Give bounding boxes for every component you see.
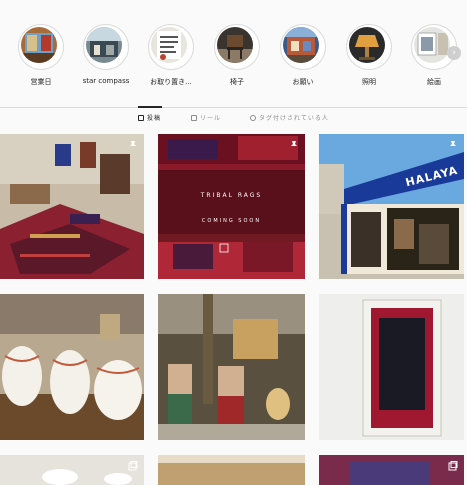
story-thumb-shop [21, 27, 57, 63]
story-highlight[interactable]: 営業日 [11, 24, 71, 87]
post-thumbnail[interactable] [319, 294, 464, 440]
story-ring[interactable] [214, 24, 260, 70]
story-ring[interactable] [18, 24, 64, 70]
story-thumb-lamp [349, 27, 385, 63]
tab-label: 投稿 [147, 115, 162, 122]
tab-label: リール [200, 115, 222, 122]
story-label: 椅子 [230, 78, 244, 86]
post-image-wood [158, 455, 305, 485]
story-label: 営業日 [30, 78, 52, 86]
carousel-icon [128, 461, 138, 471]
post-overlay-title: TRIBAL RAGS [200, 192, 263, 199]
chevron-right-icon[interactable]: › [447, 46, 461, 60]
pin-icon [291, 141, 297, 149]
story-label: 絵画 [427, 78, 441, 86]
post-thumbnail[interactable] [158, 455, 305, 485]
pin-icon [450, 141, 456, 149]
pin-icon [130, 141, 136, 149]
story-highlights-bar: 営業日 star compass お取り置き... 椅子 お願い 照明 絵画 › [0, 0, 467, 105]
tabs-divider [0, 107, 467, 108]
carousel-icon [448, 461, 458, 471]
post-thumbnail[interactable]: HALAYA [319, 134, 464, 279]
tag-icon [250, 114, 256, 121]
story-thumb-request [283, 27, 319, 63]
post-image-tribal-rags [158, 134, 305, 279]
post-image-vases [0, 294, 144, 440]
post-image-rug-shop [0, 134, 144, 279]
story-thumb-hold [151, 27, 187, 63]
story-ring[interactable] [148, 24, 194, 70]
active-tab-indicator [138, 106, 162, 108]
story-label: 照明 [362, 78, 376, 86]
story-highlight[interactable]: star compass [76, 24, 136, 85]
post-thumbnail[interactable] [158, 294, 305, 440]
story-label: お願い [292, 78, 314, 86]
post-image-rug [319, 455, 464, 485]
profile-tabs: 投稿 リール タグ付けされている人 [0, 113, 467, 127]
tab-label: タグ付けされている人 [259, 115, 329, 122]
post-thumbnail[interactable]: TRIBAL RAGS COMING SOON [158, 134, 305, 279]
story-thumb-painting [414, 27, 450, 63]
reel-icon [191, 114, 197, 121]
story-thumb-compass [86, 27, 122, 63]
story-highlight[interactable]: 照明 [339, 24, 399, 87]
story-ring[interactable] [280, 24, 326, 70]
tab-reels[interactable]: リール [191, 113, 221, 122]
story-label: お取り置き... [150, 78, 192, 86]
post-image-shopfront [319, 134, 464, 279]
post-image-cups [0, 455, 144, 485]
story-highlight[interactable]: お願い [273, 24, 333, 87]
story-ring[interactable] [346, 24, 392, 70]
story-thumb-chair [217, 27, 253, 63]
tab-tagged[interactable]: タグ付けされている人 [250, 113, 329, 122]
grid-icon [138, 114, 144, 121]
post-thumbnail[interactable] [319, 455, 464, 485]
post-thumbnail[interactable] [0, 134, 144, 279]
story-highlight[interactable]: お取り置き... [141, 24, 201, 87]
post-thumbnail[interactable] [0, 455, 144, 485]
post-overlay-subtitle: COMING SOON [201, 218, 262, 224]
tab-posts[interactable]: 投稿 [138, 113, 161, 122]
story-ring[interactable] [83, 24, 129, 70]
post-image-painting [319, 294, 464, 440]
post-image-figures [158, 294, 305, 440]
post-thumbnail[interactable] [0, 294, 144, 440]
story-highlight[interactable]: 椅子 [207, 24, 267, 87]
story-label: star compass [82, 77, 130, 85]
